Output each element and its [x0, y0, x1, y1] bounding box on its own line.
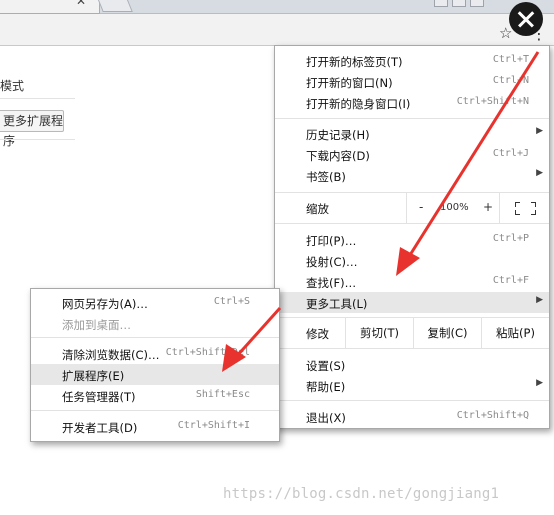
- submenu-item-task-manager[interactable]: 任务管理器(T) Shift+Esc: [31, 385, 279, 406]
- menu-item-history[interactable]: 历史记录(H) ▶: [275, 123, 549, 144]
- menu-item-label: 查找(F)…: [306, 276, 357, 290]
- submenu-item-clear-data[interactable]: 清除浏览数据(C)… Ctrl+Shift+Del: [31, 343, 279, 364]
- menu-separator: [275, 348, 549, 349]
- menu-item-shortcut: Ctrl+F: [492, 275, 529, 286]
- zoom-controls: - 100% +: [406, 193, 549, 223]
- menu-item-label: 扩展程序(E): [62, 369, 125, 383]
- close-icon[interactable]: [509, 2, 543, 36]
- menu-item-shortcut: Ctrl+T: [492, 54, 529, 65]
- menu-item-more-tools[interactable]: 更多工具(L) ▶: [275, 292, 549, 313]
- menu-item-shortcut: Ctrl+Shift+I: [177, 420, 250, 431]
- paste-button[interactable]: 粘贴(P): [481, 318, 549, 348]
- menu-item-label: 更多工具(L): [306, 297, 368, 311]
- page-mode-text: 模式: [0, 79, 25, 93]
- edit-label: 修改: [306, 327, 329, 341]
- watermark: https://blog.csdn.net/gongjiang1: [223, 486, 500, 502]
- chrome-main-menu: 打开新的标签页(T) Ctrl+T 打开新的窗口(N) Ctrl+N 打开新的隐…: [274, 45, 550, 429]
- submenu-item-add-to-desktop: 添加到桌面…: [31, 313, 279, 334]
- menu-item-label: 网页另存为(A)…: [62, 297, 148, 311]
- menu-item-bookmarks[interactable]: 书签(B) ▶: [275, 165, 549, 186]
- chevron-right-icon: ▶: [536, 378, 543, 388]
- menu-item-label: 打开新的窗口(N): [306, 76, 393, 90]
- submenu-item-save-as[interactable]: 网页另存为(A)… Ctrl+S: [31, 292, 279, 313]
- menu-item-shortcut: Ctrl+S: [213, 296, 250, 307]
- submenu-item-dev-tools[interactable]: 开发者工具(D) Ctrl+Shift+I: [31, 416, 279, 437]
- menu-item-label: 开发者工具(D): [62, 421, 138, 435]
- browser-toolbar: [0, 14, 554, 46]
- menu-item-label: 任务管理器(T): [62, 390, 136, 404]
- browser-tab[interactable]: ✕: [0, 0, 100, 14]
- menu-item-label: 设置(S): [306, 359, 346, 373]
- minimize-button[interactable]: [434, 0, 448, 7]
- menu-item-downloads[interactable]: 下载内容(D) Ctrl+J: [275, 144, 549, 165]
- new-tab-button[interactable]: [97, 0, 133, 12]
- menu-item-cast[interactable]: 投射(C)…: [275, 250, 549, 271]
- menu-item-label: 下载内容(D): [306, 149, 370, 163]
- zoom-out-button[interactable]: -: [419, 200, 423, 214]
- menu-item-shortcut: Ctrl+P: [492, 233, 529, 244]
- menu-item-new-window[interactable]: 打开新的窗口(N) Ctrl+N: [275, 71, 549, 92]
- page-divider: [0, 98, 75, 99]
- menu-item-label: 清除浏览数据(C)…: [62, 348, 160, 362]
- more-tools-submenu: 网页另存为(A)… Ctrl+S 添加到桌面… 清除浏览数据(C)… Ctrl+…: [30, 288, 280, 442]
- menu-item-label: 退出(X): [306, 411, 346, 425]
- submenu-item-extensions[interactable]: 扩展程序(E): [31, 364, 279, 385]
- menu-item-shortcut: Ctrl+Shift+Del: [165, 347, 250, 358]
- menu-item-shortcut: Ctrl+N: [492, 75, 529, 86]
- menu-item-label: 打开新的标签页(T): [306, 55, 403, 69]
- menu-separator: [275, 223, 549, 224]
- menu-item-print[interactable]: 打印(P)… Ctrl+P: [275, 229, 549, 250]
- menu-item-label: 投射(C)…: [306, 255, 358, 269]
- menu-item-label: 打印(P)…: [306, 234, 357, 248]
- tab-strip: ✕: [0, 0, 554, 14]
- menu-item-new-tab[interactable]: 打开新的标签页(T) Ctrl+T: [275, 50, 549, 71]
- menu-item-label: 书签(B): [306, 170, 346, 184]
- zoom-label: 缩放: [306, 202, 329, 216]
- menu-item-shortcut: Ctrl+Shift+N: [456, 96, 529, 107]
- menu-item-help[interactable]: 帮助(E) ▶: [275, 375, 549, 396]
- menu-separator: [275, 118, 549, 119]
- menu-item-shortcut: Ctrl+Shift+Q: [456, 410, 529, 421]
- menu-item-label: 添加到桌面…: [62, 318, 131, 332]
- tab-close-icon[interactable]: ✕: [76, 0, 86, 8]
- chevron-right-icon: ▶: [536, 295, 543, 305]
- menu-separator: [275, 400, 549, 401]
- menu-item-find[interactable]: 查找(F)… Ctrl+F: [275, 271, 549, 292]
- window-close-button[interactable]: [470, 0, 484, 7]
- zoom-level: 100%: [440, 202, 469, 213]
- menu-separator: [31, 410, 279, 411]
- zoom-in-button[interactable]: +: [483, 200, 493, 214]
- menu-item-label: 帮助(E): [306, 380, 346, 394]
- maximize-button[interactable]: [452, 0, 466, 7]
- menu-item-label: 打开新的隐身窗口(I): [306, 97, 411, 111]
- menu-item-incognito[interactable]: 打开新的隐身窗口(I) Ctrl+Shift+N: [275, 92, 549, 113]
- menu-zoom-row: 缩放 - 100% +: [275, 193, 549, 223]
- menu-item-shortcut: Ctrl+J: [492, 148, 529, 159]
- menu-separator: [31, 337, 279, 338]
- fullscreen-icon[interactable]: [499, 193, 550, 223]
- menu-item-exit[interactable]: 退出(X) Ctrl+Shift+Q: [275, 406, 549, 427]
- menu-item-settings[interactable]: 设置(S): [275, 354, 549, 375]
- cut-button[interactable]: 剪切(T): [345, 318, 413, 348]
- chevron-right-icon: ▶: [536, 126, 543, 136]
- window-controls: [434, 0, 494, 7]
- chevron-right-icon: ▶: [536, 168, 543, 178]
- copy-button[interactable]: 复制(C): [413, 318, 481, 348]
- menu-item-label: 历史记录(H): [306, 128, 370, 142]
- more-extensions-button[interactable]: 更多扩展程序: [0, 110, 64, 148]
- menu-item-shortcut: Shift+Esc: [195, 389, 250, 400]
- menu-edit-row: 修改 剪切(T) 复制(C) 粘贴(P): [275, 318, 549, 348]
- page-divider: [0, 139, 75, 140]
